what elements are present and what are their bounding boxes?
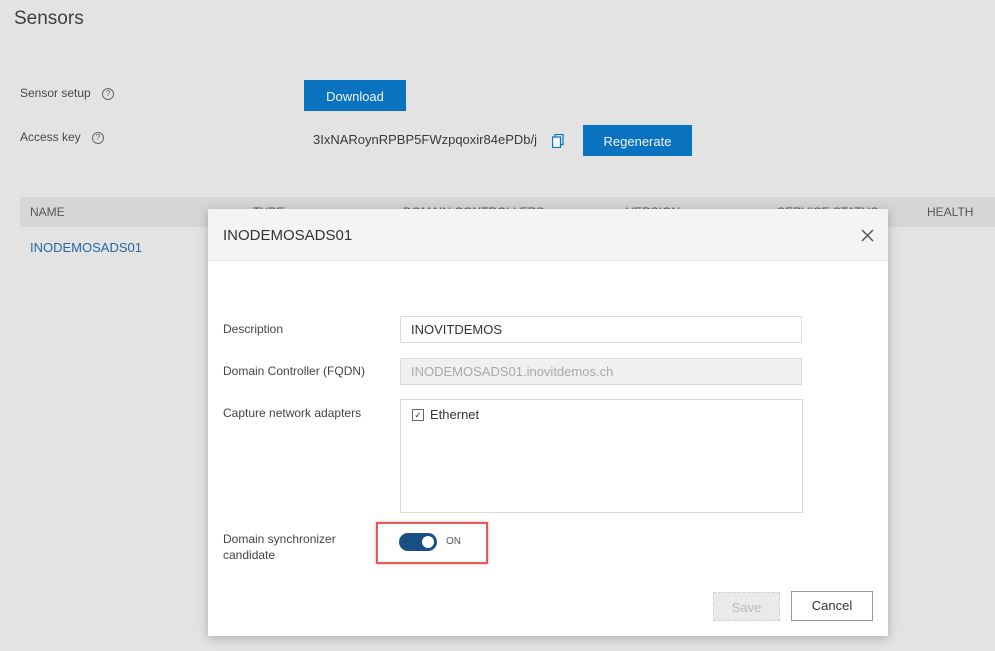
checkbox[interactable]: ✓: [412, 408, 424, 421]
label-line: Domain synchronizer: [223, 532, 336, 546]
list-item[interactable]: ✓ Ethernet: [412, 407, 479, 422]
adapter-name: Ethernet: [430, 407, 480, 422]
domain-synchronizer-label: Domain synchronizer candidate: [223, 531, 336, 563]
domain-synchronizer-toggle[interactable]: [399, 533, 437, 551]
sensor-settings-dialog: INODEMOSADS01 Description INOVITDEMOS Do…: [208, 209, 888, 636]
adapters-list: ✓ Ethernet: [400, 399, 803, 513]
cancel-button[interactable]: Cancel: [791, 591, 873, 621]
dialog-title: INODEMOSADS01: [223, 227, 353, 244]
domain-controller-label: Domain Controller (FQDN): [223, 364, 366, 378]
description-label: Description: [223, 322, 284, 336]
toggle-state-label: ON: [446, 536, 461, 547]
domain-controller-field: INODEMOSADS01.inovitdemos.ch: [400, 358, 802, 385]
description-input[interactable]: INOVITDEMOS: [400, 316, 802, 343]
toggle-knob: [422, 536, 434, 548]
label-line: candidate: [223, 548, 276, 562]
close-icon[interactable]: [861, 229, 874, 242]
dialog-header: INODEMOSADS01: [208, 209, 888, 261]
save-button[interactable]: Save: [713, 592, 780, 621]
capture-adapters-label: Capture network adapters: [223, 406, 362, 420]
